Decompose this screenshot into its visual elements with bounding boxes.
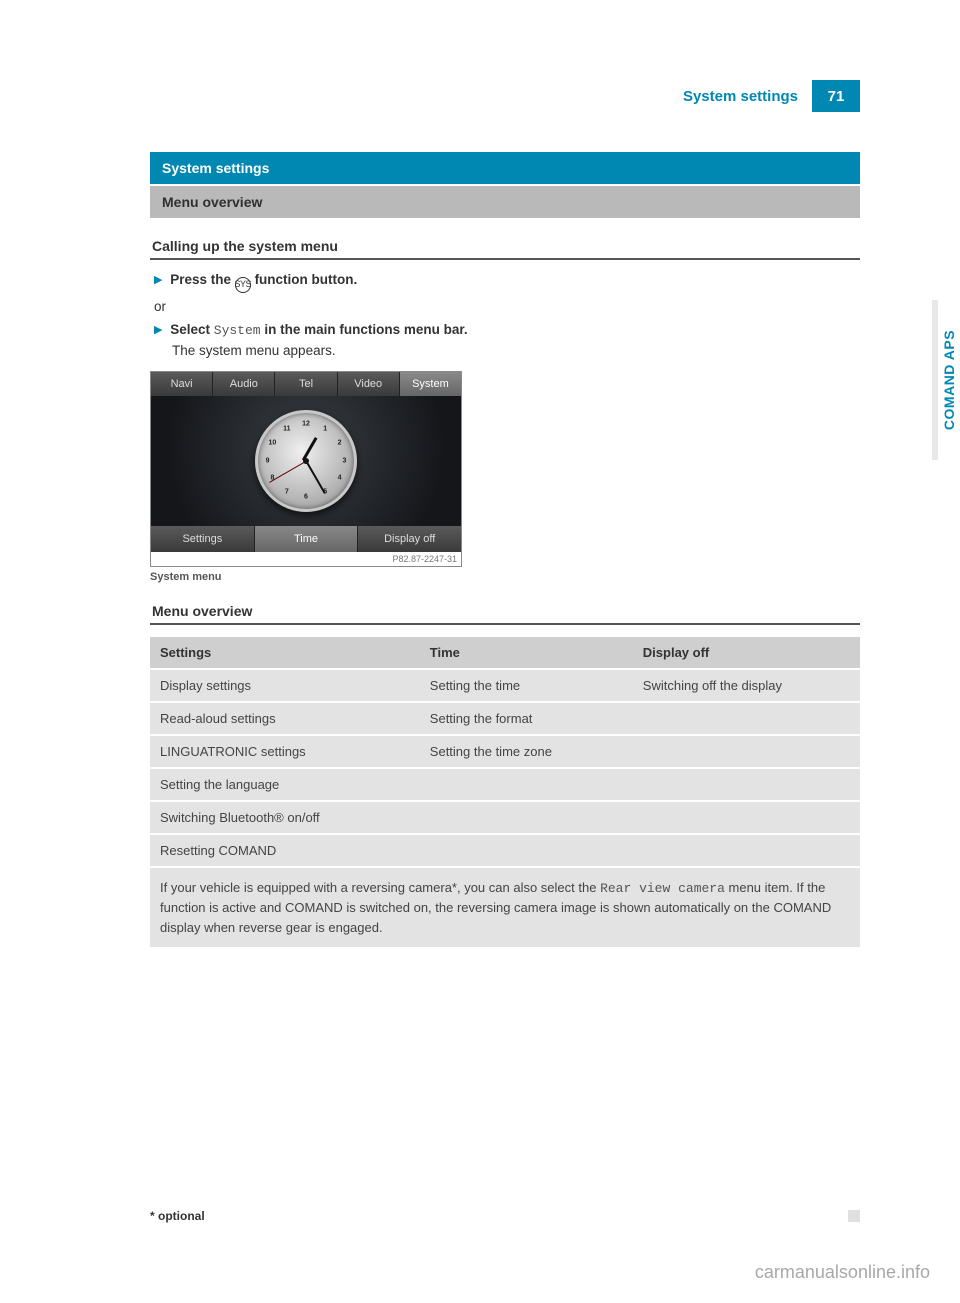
top-tab-bar: Navi Audio Tel Video System xyxy=(151,372,461,396)
th-settings: Settings xyxy=(150,637,420,668)
bullet-icon: ▶ xyxy=(154,323,162,339)
step1-prefix: Press the xyxy=(170,272,231,287)
table-row: Read-aloud settingsSetting the format xyxy=(150,703,860,734)
sys-button-icon: SYS xyxy=(235,277,251,293)
table-row: Switching Bluetooth® on/off xyxy=(150,802,860,833)
footnote-optional: * optional xyxy=(150,1209,205,1223)
note-pre: If your vehicle is equipped with a rever… xyxy=(160,880,600,895)
analog-clock-icon: 12 1 2 3 4 5 6 7 8 9 10 11 xyxy=(255,410,357,512)
watermark: carmanualsonline.info xyxy=(755,1262,930,1283)
page-header: System settings 71 xyxy=(150,80,860,112)
step2-system-label: System xyxy=(214,323,261,338)
step-press-function-button: ▶ Press the SYS function button. xyxy=(154,270,860,293)
tab-tel: Tel xyxy=(275,372,337,396)
step2-suffix: in the main functions menu bar. xyxy=(264,322,467,337)
system-menu-screenshot: Navi Audio Tel Video System 12 1 2 3 4 5… xyxy=(150,371,462,567)
section-band-system-settings: System settings xyxy=(150,152,860,184)
clock-area: 12 1 2 3 4 5 6 7 8 9 10 11 xyxy=(151,396,461,526)
step1-suffix: function button. xyxy=(255,272,358,287)
screenshot-caption: System menu xyxy=(150,571,860,583)
subheading-menu-overview: Menu overview xyxy=(150,597,860,625)
header-section-title: System settings xyxy=(671,80,812,112)
tab-video: Video xyxy=(338,372,400,396)
page-footer: * optional xyxy=(150,1209,860,1223)
step-or: or xyxy=(154,297,860,317)
step-select-system: ▶ Select System in the main functions me… xyxy=(154,320,860,360)
bullet-icon: ▶ xyxy=(154,273,162,289)
tab-time: Time xyxy=(255,526,359,552)
table-row: LINGUATRONIC settingsSetting the time zo… xyxy=(150,736,860,767)
subsection-band-menu-overview: Menu overview xyxy=(150,186,860,218)
menu-overview-table: Settings Time Display off Display settin… xyxy=(150,635,860,950)
table-note-row: If your vehicle is equipped with a rever… xyxy=(150,868,860,948)
minute-hand xyxy=(305,460,326,494)
step2-result: The system menu appears. xyxy=(172,341,860,361)
tab-settings: Settings xyxy=(151,526,255,552)
table-row: Display settingsSetting the timeSwitchin… xyxy=(150,670,860,701)
th-display-off: Display off xyxy=(633,637,860,668)
th-time: Time xyxy=(420,637,633,668)
subheading-calling-up: Calling up the system menu xyxy=(150,232,860,260)
tab-system: System xyxy=(400,372,461,396)
second-hand xyxy=(269,461,306,483)
tab-audio: Audio xyxy=(213,372,275,396)
table-row: Resetting COMAND xyxy=(150,835,860,866)
step2-prefix: Select xyxy=(170,322,210,337)
side-tab-label: COMAND APS xyxy=(941,330,957,430)
tab-navi: Navi xyxy=(151,372,213,396)
bottom-tab-bar: Settings Time Display off xyxy=(151,526,461,552)
side-tab: COMAND APS xyxy=(932,300,960,460)
table-header-row: Settings Time Display off xyxy=(150,637,860,668)
screenshot-code: P82.87-2247-31 xyxy=(151,552,461,566)
footer-square-icon xyxy=(848,1210,860,1222)
table-row: Setting the language xyxy=(150,769,860,800)
tab-display-off: Display off xyxy=(358,526,461,552)
clock-center-dot xyxy=(303,458,309,464)
page-number: 71 xyxy=(812,80,860,112)
note-mono: Rear view camera xyxy=(600,881,725,896)
